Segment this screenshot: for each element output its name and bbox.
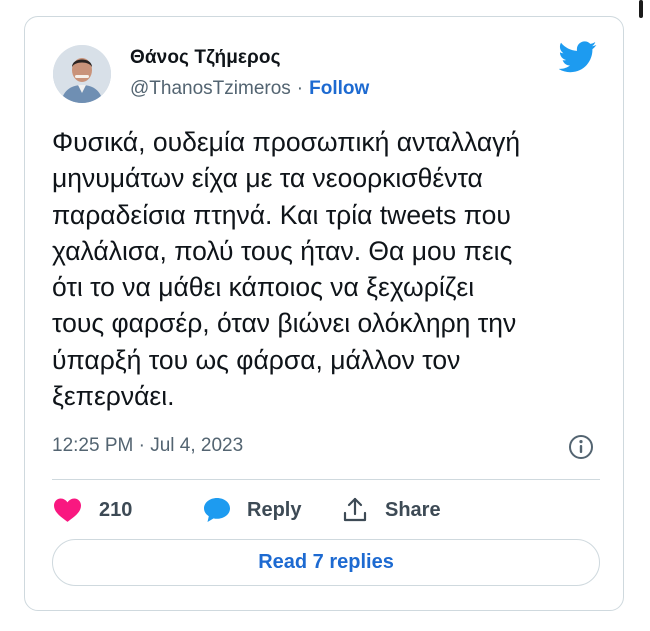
action-bar: 210 Reply Share [52,495,612,525]
speech-bubble-icon [204,498,230,522]
author-name[interactable]: Θάνος Τζήμερος [130,47,281,69]
like-button[interactable]: 210 [54,495,132,525]
share-label: Share [385,498,441,521]
avatar[interactable] [53,45,111,103]
like-count: 210 [99,498,133,521]
read-replies-button[interactable]: Read 7 replies [52,539,600,586]
avatar-image [53,45,111,103]
twitter-bird-icon[interactable] [559,41,597,73]
author-handle[interactable]: @ThanosTzimeros [130,78,291,99]
author-handle-row: @ThanosTzimeros · Follow [130,78,369,100]
tweet-timestamp[interactable]: 12:25 PM · Jul 4, 2023 [52,435,243,457]
reply-label: Reply [247,498,302,521]
reply-button[interactable]: Reply [203,495,301,525]
heart-icon [54,498,81,522]
tweet-text: Φυσικά, ουδεμία προσωπική ανταλλαγή μηνυ… [52,127,521,412]
divider [52,479,600,480]
follow-button[interactable]: Follow [309,78,369,99]
tweet-card: Θάνος Τζήμερος @ThanosTzimeros · Follow Φυ… [24,16,624,611]
scrollbar[interactable] [639,0,643,18]
info-icon[interactable] [568,434,594,460]
share-upload-icon [343,497,367,522]
share-button[interactable]: Share [342,495,441,525]
separator: · [296,78,304,99]
